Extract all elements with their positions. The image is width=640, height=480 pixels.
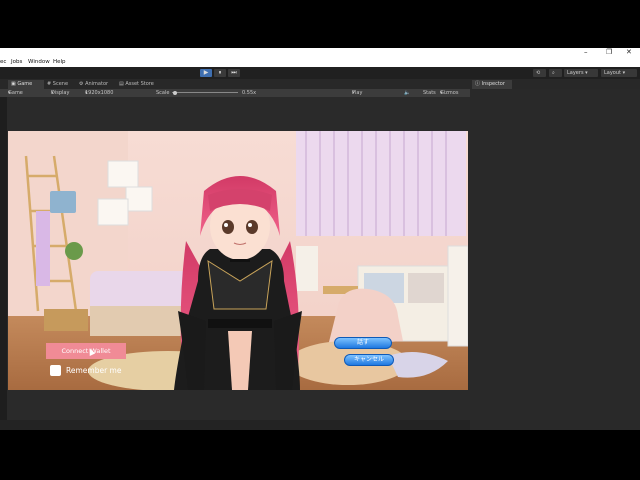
layers-label: Layers [567,70,584,76]
tab-asset-store[interactable]: ▤ Asset Store [116,80,160,89]
pause-button[interactable]: ⏸ [214,69,226,77]
tab-label: Scene [52,81,69,87]
game-view-toolbar: Game ▾ Display 1 ▾ 1920x1080 ▾ Scale 0.5… [0,89,470,104]
belt [208,319,272,328]
step-button[interactable]: ⏭ [228,69,240,77]
hanging-towel [36,211,50,286]
menu-bar: ec Jobs Window Help [0,58,640,67]
gizmos-dropdown[interactable]: Gizmos ▾ [440,89,458,97]
scale-value: 0.55x [242,90,257,96]
resolution-label: 1920x1080 [85,90,114,96]
menu-item-help[interactable]: Help [53,59,66,65]
basket [44,309,88,331]
connect-wallet-button[interactable]: Connect Wallet [46,343,126,359]
tab-label: Asset Store [125,81,154,87]
inspector-tab-strip: ⓘ Inspector [470,79,640,89]
choker [230,259,250,262]
cabinet [447,245,468,347]
menu-item-ec[interactable]: ec [0,59,6,65]
display-dropdown[interactable]: Display 1 ▾ [51,89,69,104]
tab-animator[interactable]: ⚙ Animator [76,80,116,89]
main-toolbar: ▶ ⏸ ⏭ ⟲ ⌕ Layers ▾ Layout ▾ [0,67,640,79]
layout-dropdown[interactable]: Layout ▾ [601,69,637,77]
mute-icon[interactable]: 🔈 [404,89,410,97]
tab-scene[interactable]: # Scene [44,80,76,89]
shelf-unit [296,246,318,291]
scale-slider-track[interactable] [172,92,238,93]
hanging-bag [50,191,76,213]
remember-me-label: Remember me [66,366,122,375]
maximize-icon[interactable]: ❐ [606,48,612,56]
menu-item-jobs[interactable]: Jobs [11,59,22,65]
inspector-panel [470,89,640,430]
layers-dropdown[interactable]: Layers ▾ [564,69,598,77]
layout-label: Layout [604,70,621,76]
tab-game[interactable]: ▣ Game [8,80,44,89]
scale-slider-handle[interactable] [173,90,177,95]
tab-inspector[interactable]: ⓘ Inspector [472,80,512,89]
cancel-button[interactable]: キャンセル [344,354,394,366]
status-bar [0,420,470,430]
tab-strip: ▣ Game # Scene ⚙ Animator ▤ Asset Store [0,79,470,89]
game-mode-label: Game [8,90,23,96]
game-mode-dropdown[interactable]: Game ▾ [8,89,23,97]
resolution-dropdown[interactable]: 1920x1080 ▾ [85,89,113,97]
talk-button[interactable]: 話す [334,337,392,349]
scale-label: Scale [156,90,170,96]
curtain [296,131,466,236]
close-icon[interactable]: ✕ [626,48,632,56]
play-button[interactable]: ▶ [200,69,212,77]
tab-label: Animator [85,81,109,87]
stats-button[interactable]: Stats [423,89,436,97]
window-titlebar: – ❐ ✕ [0,48,640,58]
search-icon[interactable]: ⌕ [549,69,562,77]
minimize-icon[interactable]: – [584,48,588,56]
plant [65,242,83,260]
tab-label: Game [17,81,33,87]
left-dock-strip [0,97,7,430]
tab-label: Inspector [481,81,505,87]
gizmos-label: Gizmos [440,90,459,96]
menu-item-window[interactable]: Window [28,59,50,65]
remember-me-checkbox[interactable] [50,365,61,376]
play-mode-dropdown[interactable]: Play Focused ▾ [352,89,373,104]
history-icon[interactable]: ⟲ [533,69,546,77]
